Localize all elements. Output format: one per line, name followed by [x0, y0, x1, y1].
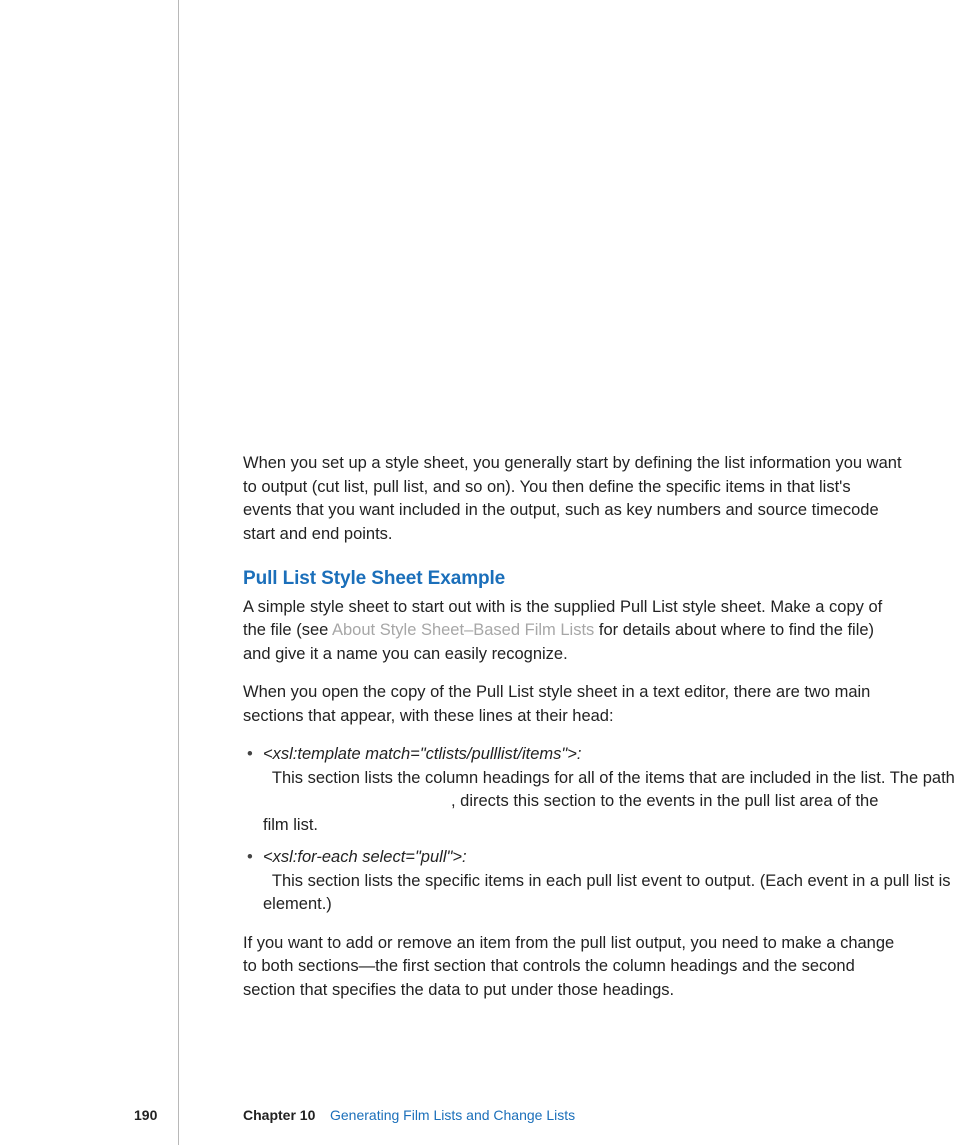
list-item: <xsl:template match="ctlists/pulllist/it…: [243, 743, 903, 837]
section-heading: Pull List Style Sheet Example: [243, 567, 903, 591]
left-margin-rule: [178, 0, 179, 1145]
style-sheet-film-lists-link[interactable]: About Style Sheet–Based Film Lists: [332, 621, 594, 639]
list-item: <xsl:for-each select="pull">: This secti…: [243, 846, 903, 917]
chapter-title-link[interactable]: Generating Film Lists and Change Lists: [330, 1107, 575, 1123]
page-number: 190: [134, 1107, 157, 1123]
chapter-label: Chapter 10: [243, 1107, 315, 1123]
intro-paragraph: When you set up a style sheet, you gener…: [243, 452, 903, 546]
bullet-2-text-b: element.): [263, 895, 332, 913]
bullet-1-text-b: , directs this section to the events in …: [263, 792, 878, 834]
bullet-2-term: <xsl:for-each select="pull">:: [263, 848, 467, 866]
body-content: When you set up a style sheet, you gener…: [243, 452, 903, 1017]
paragraph-3: When you open the copy of the Pull List …: [243, 681, 903, 728]
paragraph-2: A simple style sheet to start out with i…: [243, 596, 903, 667]
bullet-1-term: <xsl:template match="ctlists/pulllist/it…: [263, 745, 581, 763]
closing-paragraph: If you want to add or remove an item fro…: [243, 932, 903, 1003]
bullet-2-text-a: This section lists the specific items in…: [263, 872, 954, 890]
bullet-list: <xsl:template match="ctlists/pulllist/it…: [243, 743, 903, 917]
bullet-1-text-a: This section lists the column headings f…: [263, 769, 954, 787]
